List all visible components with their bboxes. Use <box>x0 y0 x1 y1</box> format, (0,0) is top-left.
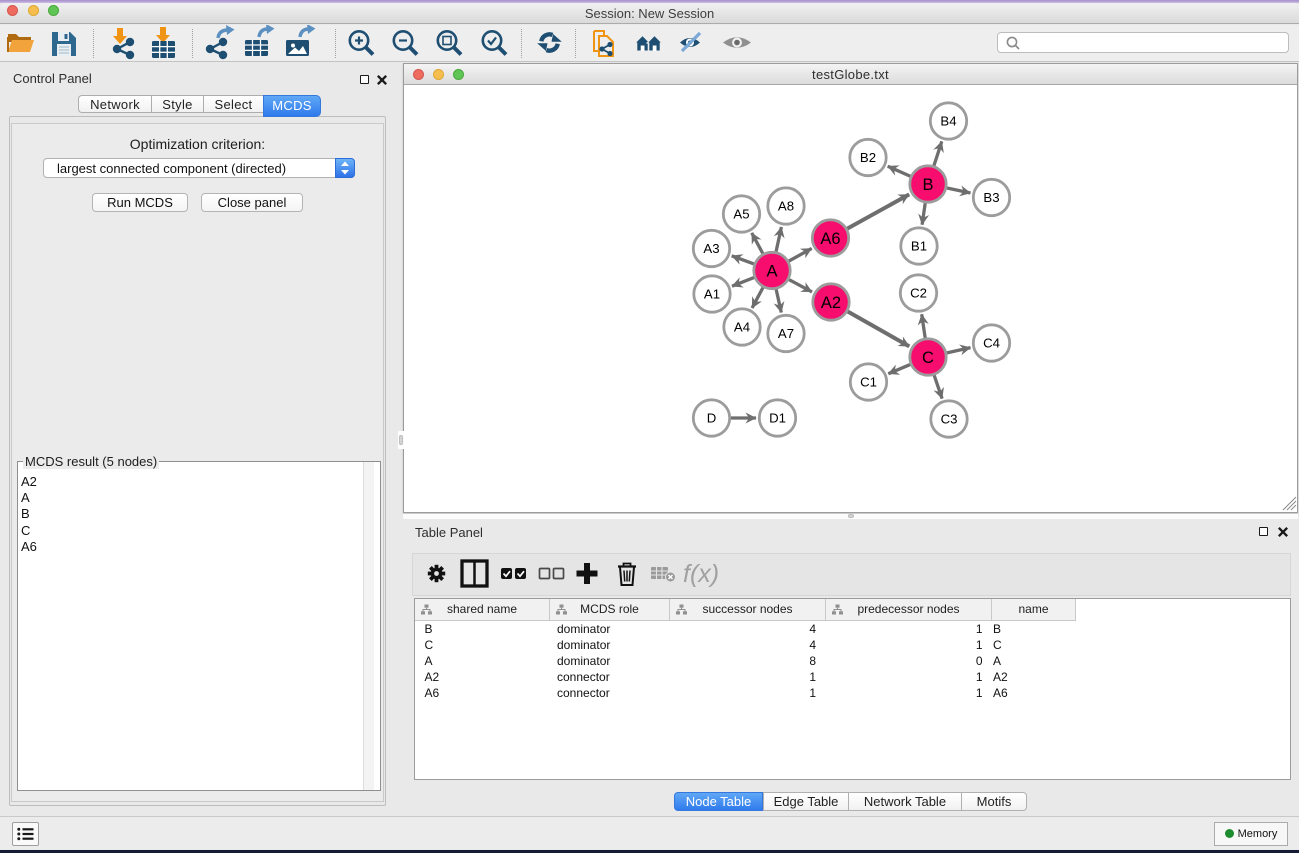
svg-text:B2: B2 <box>860 150 876 165</box>
svg-text:A3: A3 <box>703 241 719 256</box>
svg-text:D: D <box>707 411 717 426</box>
svg-text:A1: A1 <box>704 287 720 302</box>
svg-text:B1: B1 <box>911 239 927 254</box>
svg-text:C3: C3 <box>941 412 958 427</box>
svg-text:D1: D1 <box>769 411 786 426</box>
svg-text:f(x): f(x) <box>683 560 719 588</box>
svg-text:A8: A8 <box>778 199 794 214</box>
svg-text:A: A <box>766 263 777 281</box>
svg-text:C4: C4 <box>983 336 1000 351</box>
svg-text:B: B <box>922 176 933 194</box>
svg-text:A4: A4 <box>734 320 750 335</box>
svg-text:C2: C2 <box>910 286 927 301</box>
svg-text:B3: B3 <box>983 190 999 205</box>
svg-text:C: C <box>922 349 934 367</box>
svg-text:A6: A6 <box>820 230 840 248</box>
svg-text:A2: A2 <box>821 294 841 312</box>
svg-text:C1: C1 <box>860 375 877 390</box>
svg-text:A7: A7 <box>778 326 794 341</box>
svg-text:A5: A5 <box>733 207 749 222</box>
svg-text:B4: B4 <box>940 114 956 129</box>
